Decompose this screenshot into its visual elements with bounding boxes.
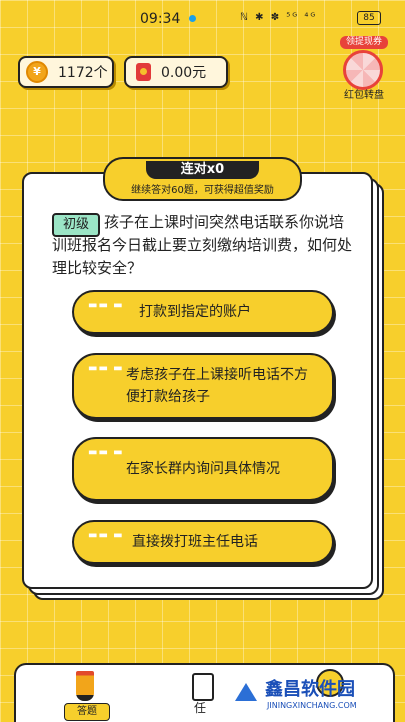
tab-task[interactable]: 任 xyxy=(184,673,220,715)
level-badge: 初级 xyxy=(52,213,100,237)
battery-icon: 85 xyxy=(357,11,381,25)
cash-balance[interactable]: 0.00元 xyxy=(124,56,228,88)
notification-dot-icon xyxy=(189,15,196,22)
status-icons: ℕ ✱ ✽ ⁵ᴳ ⁴ᴳ xyxy=(240,12,318,23)
watermark-url: JININGXINCHANG.COM xyxy=(267,701,357,710)
status-time: 09:34 xyxy=(140,11,181,27)
clipboard-icon xyxy=(192,673,214,701)
prize-wheel-icon[interactable] xyxy=(343,50,383,90)
prize-wheel-label[interactable]: 红包转盘 xyxy=(336,86,392,101)
coin-count: 1172个 xyxy=(58,65,108,81)
tab-task-label: 任 xyxy=(194,701,207,715)
answer-option-1[interactable]: ▬▬ ▬ 打款到指定的账户 xyxy=(72,290,334,334)
tab-answer-label: 答题 xyxy=(64,703,110,721)
streak-title: 连对x0 xyxy=(146,161,259,179)
watermark-logo-icon xyxy=(231,677,261,707)
dash-decoration-icon: ▬▬ ▬ xyxy=(88,530,124,541)
streak-subtitle: 继续答对60题，可获得超值奖励 xyxy=(131,185,274,196)
watermark: 鑫昌软件园 JININGXINCHANG.COM xyxy=(231,675,401,715)
pencil-icon xyxy=(76,671,94,701)
answer-option-text: 在家长群内询问具体情况 xyxy=(126,461,280,477)
red-envelope-icon xyxy=(136,63,151,81)
withdraw-voucher-tag[interactable]: 领提现券 xyxy=(340,36,388,49)
dash-decoration-icon: ▬▬ ▬ xyxy=(88,447,124,458)
watermark-name: 鑫昌软件园 xyxy=(265,679,355,700)
tab-answer[interactable]: 答题 xyxy=(58,665,114,722)
dash-decoration-icon: ▬▬ ▬ xyxy=(88,300,124,311)
answer-option-4[interactable]: ▬▬ ▬ 直接拨打班主任电话 xyxy=(72,520,334,564)
answer-option-2[interactable]: ▬▬ ▬ 考虑孩子在上课接听电话不方便打款给孩子 xyxy=(72,353,334,419)
answer-option-3[interactable]: ▬▬ ▬ 在家长群内询问具体情况 xyxy=(72,437,334,501)
status-bar: 09:34 ℕ ✱ ✽ ⁵ᴳ ⁴ᴳ 85 xyxy=(0,0,405,36)
streak-banner: 连对x0 继续答对60题，可获得超值奖励 xyxy=(103,157,302,201)
coin-icon: ¥ xyxy=(26,61,48,83)
cash-amount: 0.00元 xyxy=(161,65,207,81)
coin-balance[interactable]: ¥ 1172个 xyxy=(18,56,114,88)
dash-decoration-icon: ▬▬ ▬ xyxy=(88,363,124,374)
